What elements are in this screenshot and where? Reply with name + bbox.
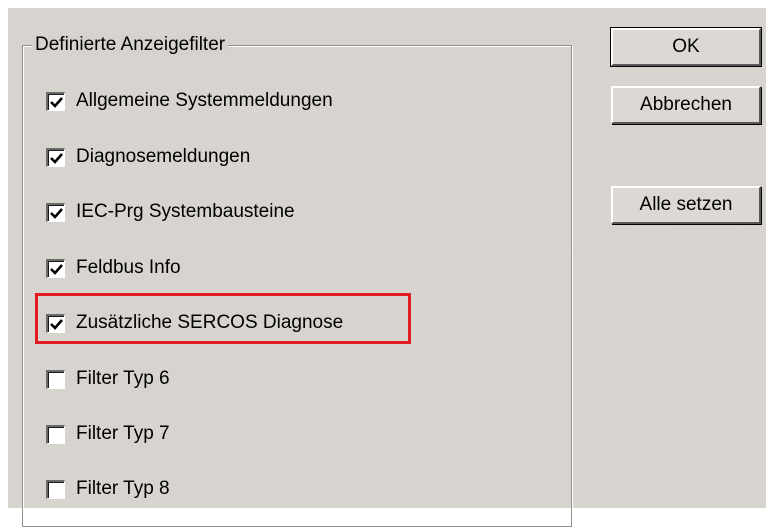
checkbox[interactable] (46, 479, 65, 499)
filter-dialog: Definierte Anzeigefilter Allgemeine Syst… (8, 8, 766, 527)
cancel-button[interactable]: Abbrechen (611, 86, 761, 124)
filter-label: Filter Typ 7 (76, 423, 170, 444)
checkbox[interactable] (46, 202, 65, 222)
filter-item-filter-typ-8[interactable]: Filter Typ 8 (46, 476, 170, 502)
filter-item-filter-typ-6[interactable]: Filter Typ 6 (46, 366, 170, 392)
filter-label: Allgemeine Systemmeldungen (76, 90, 333, 111)
highlight-box (35, 293, 411, 344)
filter-label: Feldbus Info (76, 257, 181, 278)
filter-item-diagnosemeldungen[interactable]: Diagnosemeldungen (46, 144, 250, 170)
checkbox[interactable] (46, 369, 65, 389)
checkmark-icon (50, 207, 63, 219)
filter-label: Filter Typ 8 (76, 478, 170, 499)
checkbox[interactable] (46, 147, 65, 167)
checkbox[interactable] (46, 91, 65, 111)
filter-item-iec-prg-systembausteine[interactable]: IEC-Prg Systembausteine (46, 199, 295, 225)
set-all-button[interactable]: Alle setzen (611, 186, 761, 224)
filter-label: Filter Typ 6 (76, 368, 170, 389)
filter-label: IEC-Prg Systembausteine (76, 201, 295, 222)
filter-groupbox (22, 45, 572, 527)
checkmark-icon (50, 152, 63, 164)
filter-item-allgemeine-systemmeldungen[interactable]: Allgemeine Systemmeldungen (46, 88, 333, 114)
filter-label: Diagnosemeldungen (76, 146, 251, 167)
checkbox[interactable] (46, 258, 65, 278)
filter-item-feldbus-info[interactable]: Feldbus Info (46, 255, 181, 281)
groupbox-title: Definierte Anzeigefilter (32, 35, 229, 55)
ok-button[interactable]: OK (610, 27, 762, 67)
checkmark-icon (50, 263, 63, 275)
checkbox[interactable] (46, 424, 65, 444)
checkmark-icon (50, 96, 63, 108)
filter-item-filter-typ-7[interactable]: Filter Typ 7 (46, 421, 170, 447)
